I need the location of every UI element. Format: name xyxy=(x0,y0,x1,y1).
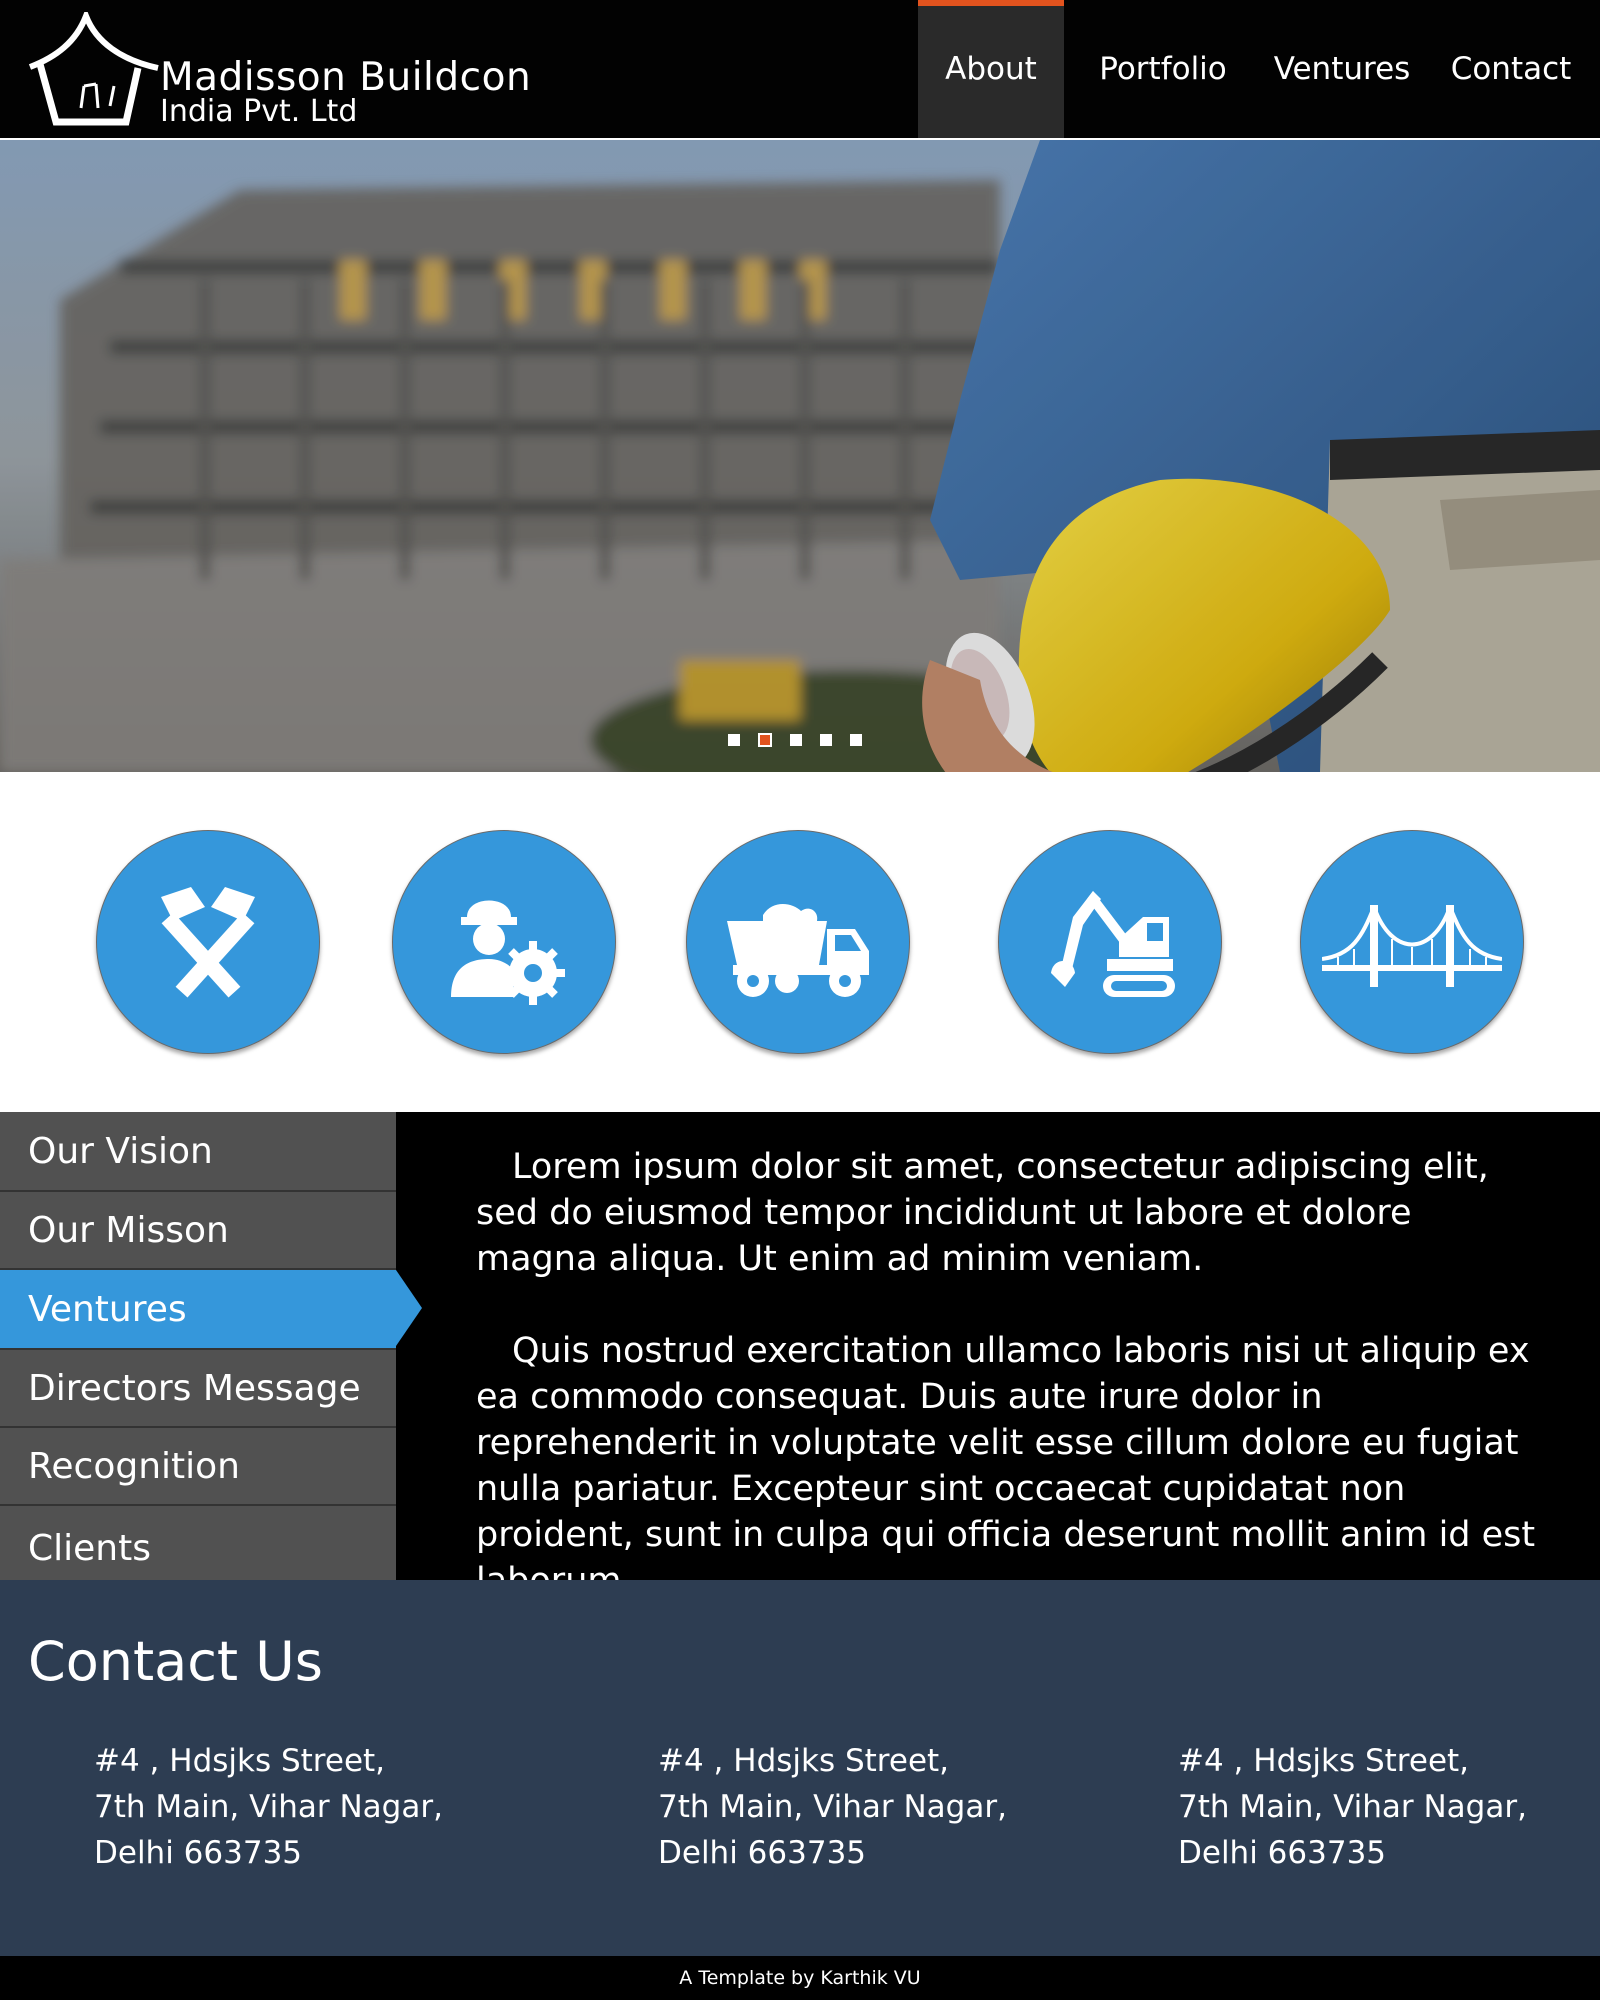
sidebar-menu: Our Vision Our Misson Ventures Directors… xyxy=(0,1112,422,1580)
sidebar-item-directors-message[interactable]: Directors Message xyxy=(0,1348,396,1428)
hero-image xyxy=(0,140,1600,772)
address-line: 7th Main, Vihar Nagar, xyxy=(1178,1789,1527,1825)
bridge-icon xyxy=(1322,905,1502,987)
address-block: #4 , Hdsjks Street, 7th Main, Vihar Naga… xyxy=(658,1738,1007,1876)
sidebar-item-our-vision[interactable]: Our Vision xyxy=(0,1112,396,1192)
address-line: Delhi 663735 xyxy=(658,1835,867,1871)
sidebar-item-clients[interactable]: Clients xyxy=(0,1506,396,1580)
sidebar-item-label: Recognition xyxy=(28,1445,240,1487)
content-paragraph: Lorem ipsum dolor sit amet, consectetur … xyxy=(476,1147,1489,1279)
slider-dots xyxy=(728,733,862,747)
excavator-icon xyxy=(1051,891,1175,997)
hero-slider xyxy=(0,140,1600,772)
slider-dot[interactable] xyxy=(728,734,740,746)
content-text: Lorem ipsum dolor sit amet, consectetur … xyxy=(476,1144,1542,1650)
dump-truck-icon xyxy=(727,904,869,997)
slider-dot[interactable] xyxy=(820,734,832,746)
address-block: #4 , Hdsjks Street, 7th Main, Vihar Naga… xyxy=(1178,1738,1527,1876)
nav-about[interactable]: About xyxy=(918,0,1064,138)
sidebar-item-our-mission[interactable]: Our Misson xyxy=(0,1192,396,1270)
sidebar-item-label: Ventures xyxy=(28,1288,187,1330)
site-header: Madisson Buildcon India Pvt. Ltd About P… xyxy=(0,0,1600,138)
slider-dot-active[interactable] xyxy=(758,733,772,747)
nav-portfolio[interactable]: Portfolio xyxy=(1064,0,1262,138)
brand-text: Madisson Buildcon India Pvt. Ltd xyxy=(160,58,531,127)
address-line: Delhi 663735 xyxy=(1178,1835,1387,1871)
info-section: Our Vision Our Misson Ventures Directors… xyxy=(0,1112,1600,1601)
address-line: Delhi 663735 xyxy=(94,1835,303,1871)
address-line: #4 , Hdsjks Street, xyxy=(94,1743,386,1779)
sidebar-item-ventures[interactable]: Ventures xyxy=(0,1270,422,1348)
contact-section: Contact Us #4 , Hdsjks Street, 7th Main,… xyxy=(0,1580,1600,1956)
address-line: #4 , Hdsjks Street, xyxy=(658,1743,950,1779)
contact-title: Contact Us xyxy=(28,1630,323,1693)
main-nav: About Portfolio Ventures Contact xyxy=(918,0,1600,138)
sidebar-item-recognition[interactable]: Recognition xyxy=(0,1428,396,1506)
brand-name: Madisson Buildcon xyxy=(160,55,532,100)
sidebar-item-label: Clients xyxy=(28,1527,151,1569)
slider-dot[interactable] xyxy=(850,734,862,746)
site-footer: A Template by Karthik VU xyxy=(0,1956,1600,2000)
sidebar-item-label: Our Misson xyxy=(28,1209,229,1251)
address-line: #4 , Hdsjks Street, xyxy=(1178,1743,1470,1779)
content-paragraph: Quis nostrud exercitation ullamco labori… xyxy=(476,1331,1536,1601)
sidebar-item-label: Our Vision xyxy=(28,1130,213,1172)
service-transport[interactable] xyxy=(686,830,910,1054)
house-logo-icon[interactable] xyxy=(26,12,162,128)
services-section xyxy=(0,772,1600,1112)
address-block: #4 , Hdsjks Street, 7th Main, Vihar Naga… xyxy=(94,1738,443,1876)
service-infrastructure[interactable] xyxy=(1300,830,1524,1054)
service-excavation[interactable] xyxy=(998,830,1222,1054)
sidebar-item-label: Directors Message xyxy=(28,1367,361,1409)
address-line: 7th Main, Vihar Nagar, xyxy=(94,1789,443,1825)
address-line: 7th Main, Vihar Nagar, xyxy=(658,1789,1007,1825)
service-hammers[interactable] xyxy=(96,830,320,1054)
brand-subtitle: India Pvt. Ltd xyxy=(160,94,358,129)
engineer-gear-icon xyxy=(451,900,565,1005)
slider-dot[interactable] xyxy=(790,734,802,746)
service-engineering[interactable] xyxy=(392,830,616,1054)
nav-ventures[interactable]: Ventures xyxy=(1262,0,1422,138)
active-arrow-indicator xyxy=(396,1270,422,1346)
nav-contact[interactable]: Contact xyxy=(1422,0,1600,138)
hammers-icon xyxy=(161,887,255,998)
footer-credit: A Template by Karthik VU xyxy=(679,1967,921,1989)
